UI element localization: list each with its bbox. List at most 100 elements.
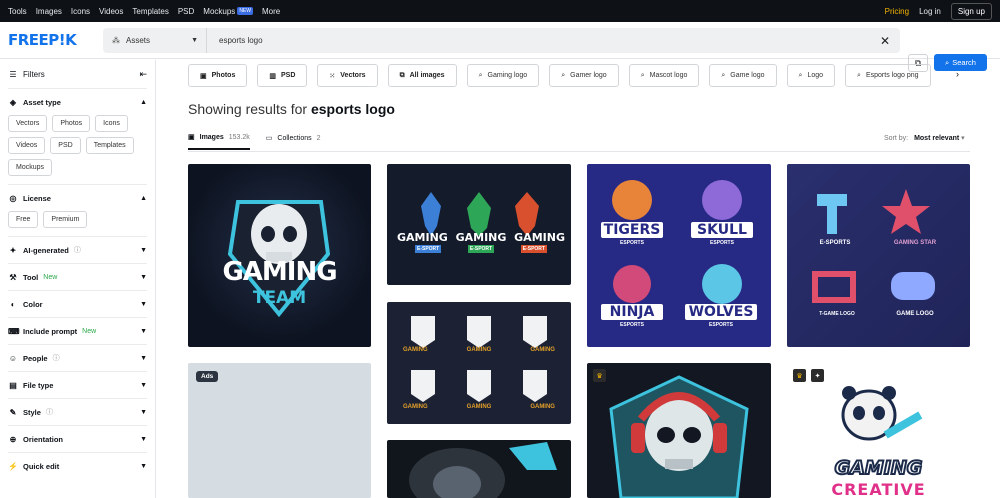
tag-all-images[interactable]: ⧉ All images	[387, 64, 457, 87]
nav-images[interactable]: Images	[36, 7, 62, 16]
login-link[interactable]: Log in	[919, 7, 941, 16]
result-card[interactable]: ♛ ✦ GAMING CREATIVE	[787, 363, 970, 498]
logo-subtext: E-SPORT	[520, 245, 547, 253]
filter-ai-generated[interactable]: ✦ AI-generated ⓘ ▼	[8, 236, 147, 263]
chip-mockups[interactable]: Mockups	[8, 159, 53, 176]
geometric-logos-image	[812, 189, 935, 303]
filter-file-type[interactable]: ▤ File type ▼	[8, 371, 147, 398]
tab-collections[interactable]: ▭ Collections 2	[266, 133, 321, 150]
chevron-down-icon: ▼	[140, 327, 147, 335]
result-card[interactable]: ♛	[587, 363, 771, 498]
asset-type-section: ◈ Asset type ▲ Vectors Photos Icons Vide…	[8, 88, 147, 184]
chip-free[interactable]: Free	[8, 211, 39, 228]
chevron-right-icon[interactable]: ›	[956, 69, 959, 79]
nav-videos[interactable]: Videos	[99, 7, 123, 16]
filter-quick-edit[interactable]: ⚡ Quick edit ▼	[8, 452, 147, 479]
logo-text: GAMING	[834, 456, 924, 480]
logo-text: SKULL	[691, 222, 753, 238]
search-input[interactable]	[207, 36, 880, 45]
sort-label: Sort by:	[884, 135, 909, 142]
prompt-icon: ⌨	[8, 326, 20, 336]
search-icon: ⌕	[798, 71, 803, 79]
sort-value: Most relevant	[914, 135, 960, 142]
filter-color[interactable]: ◐ Color ▼	[8, 290, 147, 317]
filters-title: Filters	[23, 69, 45, 79]
chip-templates[interactable]: Templates	[85, 137, 134, 154]
nav-tools[interactable]: Tools	[8, 7, 27, 16]
chevron-down-icon: ▼	[140, 435, 147, 443]
chevron-down-icon: ▼	[140, 273, 147, 281]
sort-dropdown[interactable]: Sort by: Most relevant ▾	[884, 134, 965, 142]
filter-orientation[interactable]: ⊕ Orientation ▼	[8, 425, 147, 452]
info-icon: ⓘ	[73, 247, 81, 254]
asset-type-select[interactable]: ⁂ Assets ▼	[103, 28, 207, 53]
tab-images[interactable]: ▣ Images 153.2k	[188, 133, 250, 150]
images-icon: ⧉	[399, 71, 405, 79]
tag-gamer-logo[interactable]: ⌕ Gamer logo	[549, 64, 619, 87]
ad-card[interactable]: Ads	[188, 363, 371, 498]
search-bar: ⁂ Assets ▼ ✕	[103, 28, 900, 53]
filter-style[interactable]: ✎ Style ⓘ ▼	[8, 398, 147, 425]
logo-subtext: ESPORTS	[620, 240, 644, 246]
search-icon: ⌕	[721, 71, 726, 79]
result-card[interactable]: GAMING TEAM	[188, 164, 371, 347]
tag-logo[interactable]: ⌕ Logo	[786, 64, 836, 87]
section-label: AI-generated	[23, 245, 69, 255]
result-card[interactable]: GAMING GAMING GAMING E-SPORT E-SPORT E-S…	[387, 164, 571, 285]
vector-icon: ⁙	[329, 72, 336, 80]
clear-search-icon[interactable]: ✕	[880, 34, 890, 48]
nav-more[interactable]: More	[262, 7, 280, 16]
search-icon: ⌕	[945, 57, 950, 67]
top-bar: Tools Images Icons Videos Templates PSD …	[0, 0, 1000, 22]
results-prefix: Showing results for	[188, 101, 308, 117]
nav-icons[interactable]: Icons	[71, 7, 90, 16]
chip-photos[interactable]: Photos	[52, 115, 91, 132]
chip-icons[interactable]: Icons	[95, 115, 128, 132]
tag-psd[interactable]: ▥ PSD	[257, 64, 308, 87]
tag-label: Photos	[211, 72, 236, 79]
chevron-down-icon: ▼	[140, 408, 147, 416]
result-card[interactable]: GAMING GAMING GAMING GAMING GAMING GAMIN…	[387, 302, 571, 424]
images-icon: ▣	[188, 134, 195, 141]
search-button[interactable]: ⌕ Search	[934, 54, 987, 71]
filter-people[interactable]: ☺ People ⓘ ▼	[8, 344, 147, 371]
new-label: New	[43, 273, 58, 281]
section-label: Orientation	[23, 434, 64, 444]
chip-videos[interactable]: Videos	[8, 137, 46, 154]
chevron-up-icon: ▲	[140, 194, 147, 202]
chip-vectors[interactable]: Vectors	[8, 115, 48, 132]
filter-tool[interactable]: ⚒ Tool New ▼	[8, 263, 147, 290]
nav-templates[interactable]: Templates	[132, 7, 168, 16]
nav-psd[interactable]: PSD	[178, 7, 194, 16]
nav-mockups[interactable]: Mockups	[203, 7, 235, 16]
signup-button[interactable]: Sign up	[950, 2, 992, 20]
logo-text: GAMING	[222, 257, 337, 287]
pricing-link[interactable]: Pricing	[885, 7, 909, 16]
tag-game-logo[interactable]: ⌕ Game logo	[709, 64, 777, 87]
palette-icon: ◐	[10, 299, 16, 309]
result-card[interactable]: TIGERS SKULL NINJA WOLVES ESPORTS ESPORT…	[587, 164, 771, 347]
tag-mascot-logo[interactable]: ⌕ Mascot logo	[628, 64, 700, 87]
tag-esports-logo-png[interactable]: ⌕ Esports logo png	[845, 64, 931, 87]
tag-vectors[interactable]: ⁙ Vectors	[317, 64, 378, 87]
new-badge: NEW	[237, 7, 253, 15]
tab-label: Collections	[277, 134, 312, 142]
psd-icon: ▥	[269, 72, 276, 80]
asset-type-header[interactable]: ◈ Asset type ▲	[8, 89, 147, 115]
collapse-sidebar-icon[interactable]: ⇤	[139, 69, 147, 80]
freepik-logo[interactable]: FREEP!K	[8, 31, 103, 49]
tag-label: Vectors	[340, 72, 366, 79]
tag-photos[interactable]: ▣ Photos	[188, 64, 248, 87]
chip-premium[interactable]: Premium	[43, 211, 88, 228]
license-header[interactable]: ◎ License ▲	[8, 185, 148, 211]
result-card[interactable]	[387, 440, 571, 498]
chevron-down-icon: ▼	[140, 246, 147, 254]
result-card[interactable]: E-SPORTS GAMING STAR T-GAME LOGO GAME LO…	[787, 164, 970, 347]
filter-include-prompt[interactable]: ⌨ Include prompt New ▼	[8, 317, 147, 344]
tag-gaming-logo[interactable]: ⌕ Gaming logo	[466, 64, 540, 87]
logo-subtext: ESPORTS	[710, 240, 734, 246]
logo-subtext: E-SPORT	[415, 245, 442, 253]
folder-icon: ▭	[265, 135, 273, 142]
chip-psd[interactable]: PSD	[50, 137, 81, 154]
filters-icon: ☰	[9, 69, 17, 79]
